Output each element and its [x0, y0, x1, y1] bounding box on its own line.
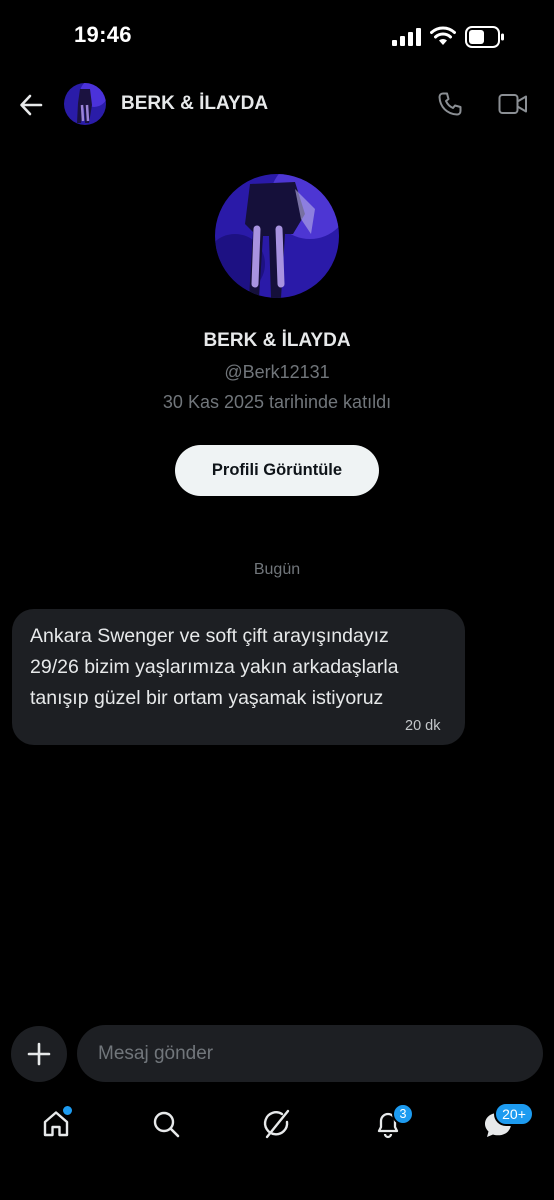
add-media-button[interactable] — [11, 1026, 67, 1082]
status-time: 19:46 — [74, 22, 132, 47]
video-call-icon[interactable] — [498, 92, 528, 116]
header-title[interactable]: BERK & İLAYDA — [121, 93, 268, 115]
phone-call-icon[interactable] — [437, 91, 463, 117]
nav-search[interactable] — [148, 1106, 184, 1142]
date-separator: Bugün — [253, 561, 301, 578]
message-line: 29/26 bizim yaşlarımıza yakın arkadaşlar… — [30, 656, 399, 678]
profile-joined-date: 30 Kas 2025 tarihinde katıldı — [162, 392, 392, 412]
notifications-count-badge: 3 — [392, 1103, 414, 1125]
grok-icon — [263, 1109, 290, 1139]
home-notification-dot — [61, 1104, 74, 1117]
profile-name: BERK & İLAYDA — [203, 330, 351, 351]
cellular-signal-icon — [392, 28, 421, 46]
battery-icon — [465, 26, 504, 48]
profile-avatar[interactable] — [215, 174, 339, 298]
back-arrow-icon[interactable] — [18, 92, 44, 118]
view-profile-button[interactable]: Profili Görüntüle — [175, 445, 379, 496]
header-avatar[interactable] — [64, 83, 106, 125]
message-timestamp: 20 dk — [405, 718, 441, 734]
nav-grok[interactable] — [259, 1106, 295, 1142]
search-icon — [153, 1111, 180, 1138]
message-text: Ankara Swenger ve soft çift arayışındayı… — [30, 621, 460, 714]
message-input[interactable] — [77, 1025, 543, 1082]
messages-count-badge: 20+ — [494, 1102, 534, 1126]
wifi-icon — [430, 26, 456, 45]
profile-handle: @Berk12131 — [224, 362, 330, 382]
message-line: tanışıp güzel bir ortam yaşamak istiyoru… — [30, 687, 384, 709]
plus-icon — [27, 1042, 51, 1066]
message-line: Ankara Swenger ve soft çift arayışındayı… — [30, 625, 389, 647]
